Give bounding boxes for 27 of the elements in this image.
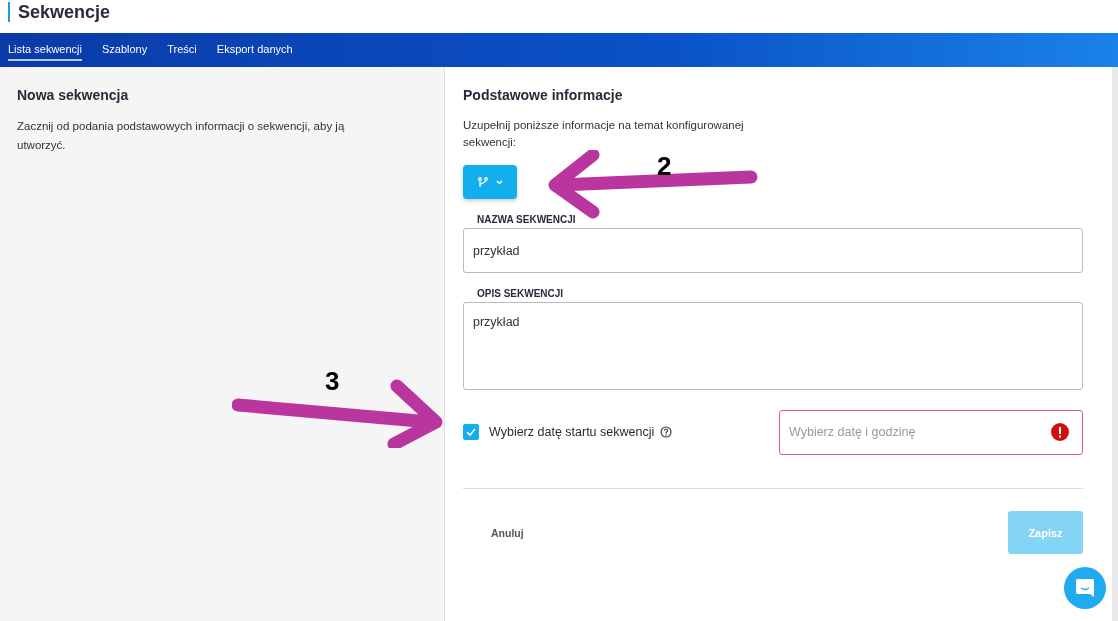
panel-title: Nowa sekwencja xyxy=(17,87,130,103)
panel-description: Zacznij od podania podstawowych informacji o sekwencji, aby ją utworzyć. xyxy=(17,119,346,153)
field-label: OPIS SEKWENCJI xyxy=(477,288,564,299)
chat-icon xyxy=(1075,578,1095,598)
checkbox-label: Wybierz datę startu sekwencji xyxy=(489,425,655,439)
field-label: NAZWA SEKWENCJI xyxy=(477,214,576,225)
nav-tab[interactable]: Lista sekwencji xyxy=(8,39,82,61)
branch-dropdown-button[interactable] xyxy=(463,165,517,199)
chat-button[interactable] xyxy=(1064,567,1106,609)
nav-tab[interactable]: Eksport danych xyxy=(216,39,293,61)
cancel-button[interactable]: Anuluj xyxy=(485,525,530,540)
branch-icon xyxy=(477,176,488,188)
help-icon[interactable] xyxy=(660,426,673,438)
caret-icon xyxy=(495,179,503,185)
annotation-number: 3 xyxy=(325,368,340,394)
page-title: Sekwencje xyxy=(8,1,111,22)
nav-tab[interactable]: Szablony xyxy=(102,39,148,61)
nav-tab[interactable]: Treści xyxy=(167,39,197,61)
section-description: Uzupełnij poniższe informacje na temat konfigurowanej sekwencji: xyxy=(463,118,745,150)
description-field[interactable]: przykład xyxy=(463,302,1083,390)
error-icon xyxy=(1051,422,1069,441)
section-title: Podstawowe informacje xyxy=(463,87,624,103)
check-icon xyxy=(466,428,476,436)
name-field[interactable]: przykład xyxy=(463,228,1083,273)
date-time-field[interactable]: Wybierz datę i godzinę xyxy=(779,409,1083,455)
annotation-number: 2 xyxy=(657,153,672,179)
checkbox[interactable] xyxy=(463,424,479,440)
